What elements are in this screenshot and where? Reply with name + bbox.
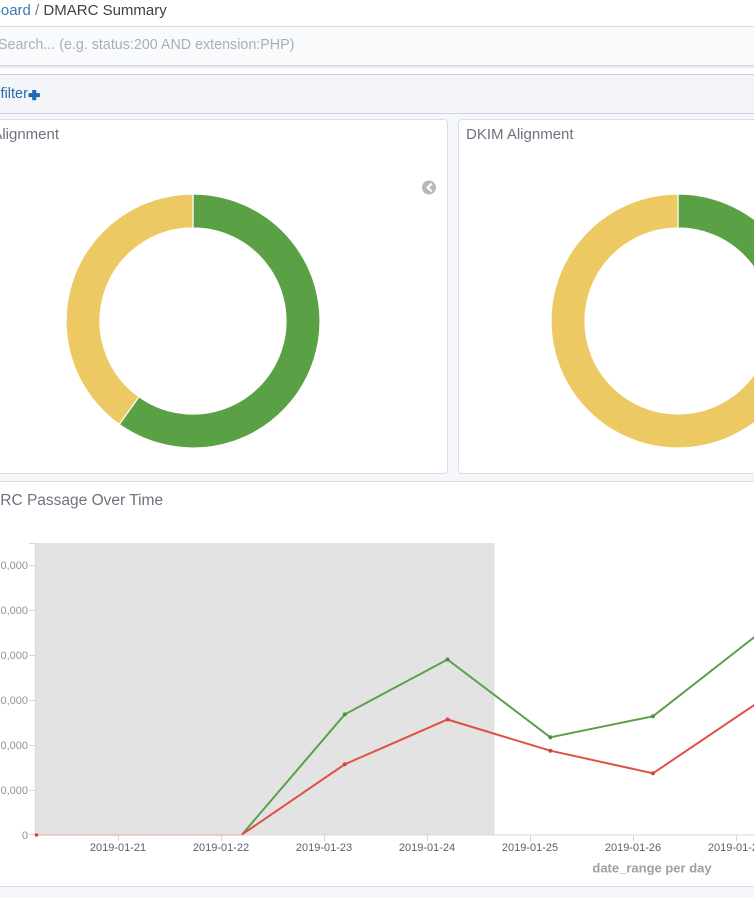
svg-text:2019-01-26: 2019-01-26 [605, 842, 661, 854]
svg-text:2019-01-24: 2019-01-24 [399, 842, 455, 854]
svg-text:0: 0 [22, 830, 28, 842]
svg-text:2019-01-22: 2019-01-22 [193, 842, 249, 854]
svg-text:2019-01-23: 2019-01-23 [296, 842, 352, 854]
svg-text:10,000: 10,000 [0, 560, 28, 572]
svg-text:60,000: 60,000 [0, 785, 28, 797]
svg-text:2019-01-27: 2019-01-27 [708, 842, 754, 854]
svg-text:40,000: 40,000 [0, 695, 28, 707]
svg-text:20,000: 20,000 [0, 605, 28, 617]
svg-text:30,000: 30,000 [0, 650, 28, 662]
svg-text:2019-01-25: 2019-01-25 [502, 842, 558, 854]
svg-text:date_range per day: date_range per day [592, 861, 712, 876]
svg-text:2019-01-21: 2019-01-21 [90, 842, 146, 854]
svg-text:50,000: 50,000 [0, 740, 28, 752]
